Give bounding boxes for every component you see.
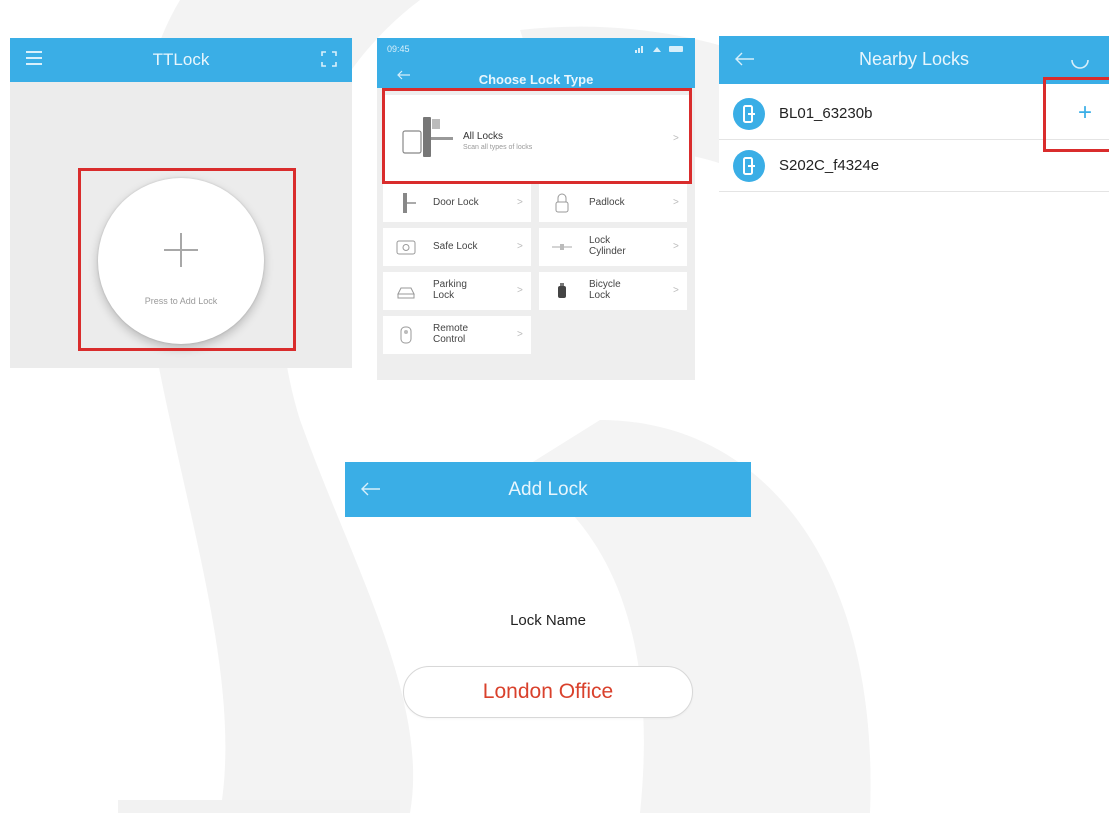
chevron-right-icon: > <box>517 329 523 340</box>
refresh-spinner-icon <box>1071 59 1089 69</box>
lock-type-lock-cylinder[interactable]: Lock Cylinder > <box>539 228 687 266</box>
lock-type-padlock[interactable]: Padlock > <box>539 184 687 222</box>
lock-type-safe-lock[interactable]: Safe Lock > <box>383 228 531 266</box>
bicycle-lock-icon <box>558 283 566 298</box>
highlight-box-add-button <box>1043 77 1109 152</box>
page-title: Nearby Locks <box>858 49 970 69</box>
highlight-box-add-lock <box>78 168 296 351</box>
lock-device-icon <box>733 98 765 130</box>
chevron-right-icon: > <box>673 197 679 208</box>
status-time: 09:45 <box>387 44 410 54</box>
lock-name-input[interactable]: London Office <box>403 666 693 718</box>
add-lock-header: Add Lock <box>345 462 751 517</box>
chevron-right-icon: > <box>673 241 679 252</box>
lock-type-label: Remote Control <box>433 323 469 345</box>
lock-name: BL01_63230b <box>779 105 873 122</box>
status-icons <box>635 46 683 53</box>
door-lock-icon <box>403 193 416 213</box>
page-title: Add Lock <box>508 479 588 500</box>
lock-type-label: Lock Cylinder <box>589 235 626 257</box>
parking-lock-icon <box>397 287 415 299</box>
app-header: 09:45 Choose Lock Type <box>377 38 695 88</box>
app-header: TTLock <box>10 38 352 82</box>
lock-type-label: Bicycle Lock <box>589 279 621 301</box>
lock-name-label: Lock Name <box>510 612 586 629</box>
footer-strip <box>118 800 400 813</box>
lock-type-label: Padlock <box>589 197 625 208</box>
chevron-right-icon: > <box>517 197 523 208</box>
page-title: Choose Lock Type <box>478 72 594 87</box>
scan-icon[interactable] <box>320 50 338 68</box>
chevron-right-icon: > <box>673 285 679 296</box>
lock-type-label: Door Lock <box>433 197 479 208</box>
highlight-box-all-locks <box>382 88 692 184</box>
safe-lock-icon <box>396 240 416 255</box>
lock-type-parking-lock[interactable]: Parking Lock > <box>383 272 531 310</box>
lock-type-label: Parking Lock <box>433 279 467 301</box>
lock-device-icon <box>733 150 765 182</box>
lock-cylinder-icon <box>552 244 572 250</box>
padlock-icon <box>555 193 569 213</box>
lock-type-label: Safe Lock <box>433 241 478 252</box>
app-title: TTLock <box>152 50 210 69</box>
lock-type-remote-control[interactable]: Remote Control > <box>383 316 531 354</box>
lock-type-bicycle-lock[interactable]: Bicycle Lock > <box>539 272 687 310</box>
remote-control-icon <box>400 326 412 344</box>
chevron-right-icon: > <box>517 241 523 252</box>
lock-name: S202C_f4324e <box>779 157 880 174</box>
chevron-right-icon: > <box>517 285 523 296</box>
lock-type-door-lock[interactable]: Door Lock > <box>383 184 531 222</box>
